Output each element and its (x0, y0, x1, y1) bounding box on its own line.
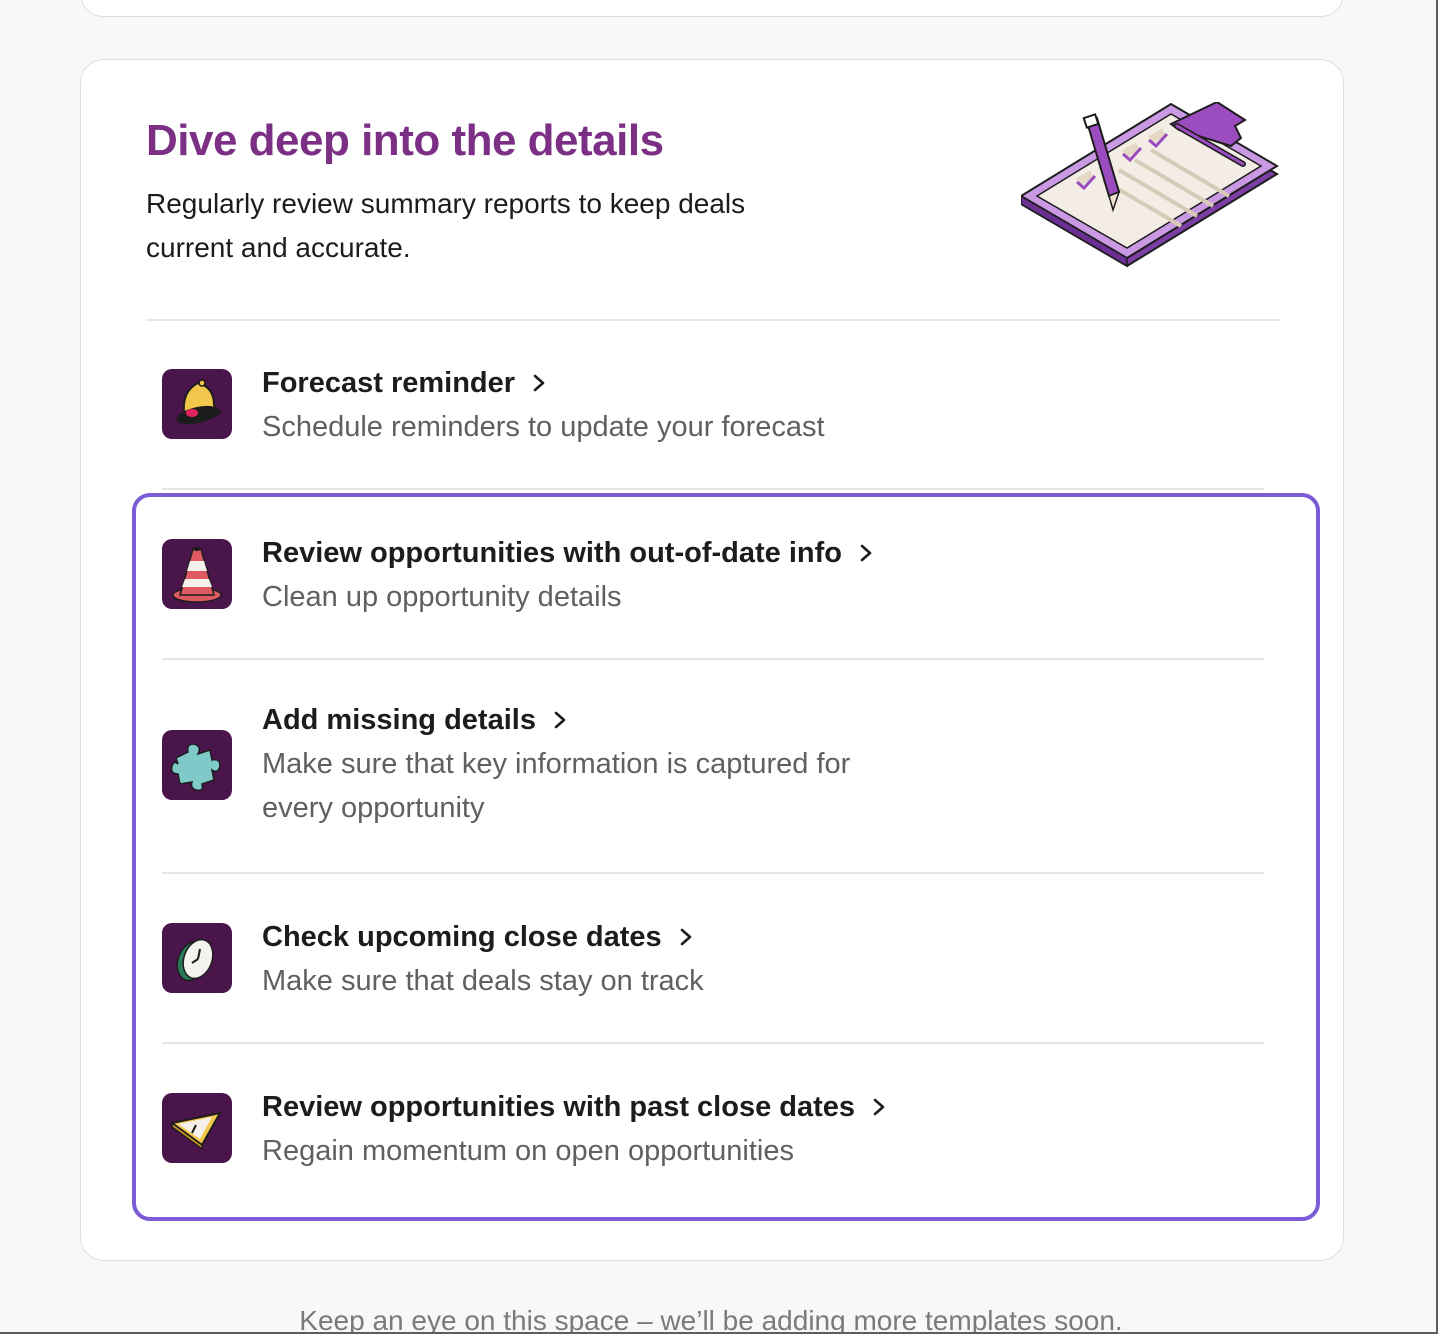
row-divider (162, 872, 1264, 874)
template-title: Review opportunities with out-of-date in… (262, 537, 842, 569)
row-divider (162, 488, 1264, 490)
template-item-forecast-reminder[interactable]: Forecast reminder Schedule reminders to … (162, 367, 1264, 443)
chevron-right-icon (869, 1097, 889, 1117)
header-divider (146, 319, 1280, 321)
clock-icon (162, 923, 232, 993)
bell-icon (162, 369, 232, 439)
template-description: Make sure that key information is captur… (262, 748, 851, 824)
puzzle-piece-icon (162, 730, 232, 800)
template-title: Check upcoming close dates (262, 921, 662, 953)
details-section-card: Dive deep into the details Regularly rev… (80, 59, 1344, 1261)
chevron-right-icon (529, 373, 549, 393)
section-subtitle: Regularly review summary reports to keep… (146, 188, 746, 263)
previous-card (80, 0, 1344, 17)
chevron-right-icon (676, 927, 696, 947)
page: Dive deep into the details Regularly rev… (0, 0, 1438, 1334)
template-description: Regain momentum on open opportunities (262, 1135, 794, 1167)
template-title: Forecast reminder (262, 367, 516, 399)
section-title: Dive deep into the details (146, 116, 664, 165)
chevron-right-icon (856, 543, 876, 563)
template-description: Make sure that deals stay on track (262, 965, 704, 997)
template-item-add-missing-details[interactable]: Add missing details Make sure that key i… (162, 704, 1264, 824)
chevron-right-icon (550, 710, 570, 730)
template-item-out-of-date-info[interactable]: Review opportunities with out-of-date in… (162, 537, 1264, 613)
clipboard-checklist-illustration (1021, 102, 1279, 268)
footer-note: Keep an eye on this space – we’ll be add… (299, 1305, 1123, 1334)
template-description: Clean up opportunity details (262, 581, 622, 613)
template-item-upcoming-close-dates[interactable]: Check upcoming close dates Make sure tha… (162, 921, 1264, 997)
hourglass-icon (162, 1093, 232, 1163)
traffic-cone-icon (162, 539, 232, 609)
row-divider (162, 1042, 1264, 1044)
row-divider (162, 658, 1264, 660)
template-description: Schedule reminders to update your foreca… (262, 411, 825, 443)
template-title: Add missing details (262, 704, 536, 736)
template-title: Review opportunities with past close dat… (262, 1091, 856, 1123)
template-item-past-close-dates[interactable]: Review opportunities with past close dat… (162, 1091, 1264, 1167)
